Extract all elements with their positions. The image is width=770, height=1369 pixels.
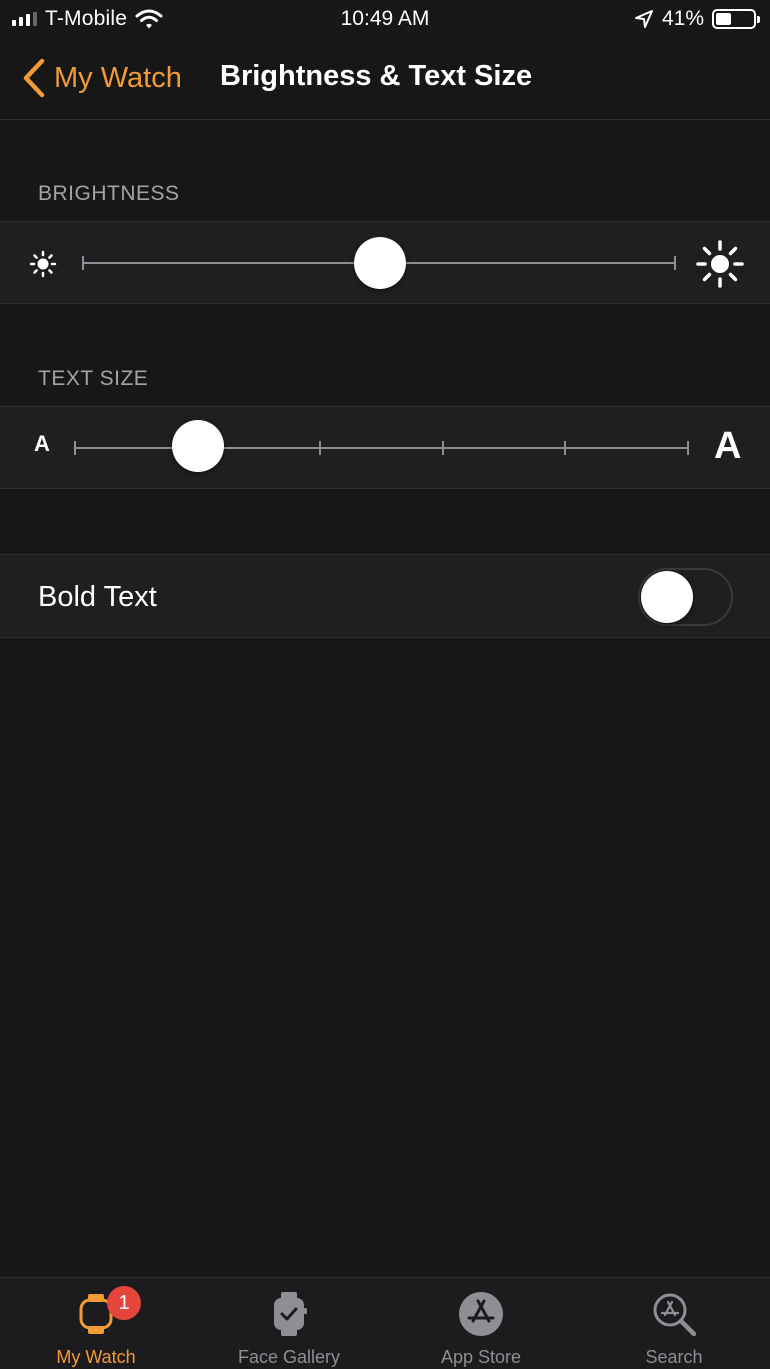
tab-face-gallery-label: Face Gallery <box>237 1347 341 1367</box>
brightness-high-icon <box>696 240 744 288</box>
face-gallery-icon <box>274 1292 307 1336</box>
tab-app-store[interactable]: App Store <box>385 1278 577 1369</box>
status-bar: T-Mobile 10:49 AM 41% <box>0 0 770 40</box>
text-size-tick <box>319 441 322 455</box>
bold-text-label: Bold Text <box>38 581 157 613</box>
text-size-small-label: A <box>34 431 50 456</box>
bold-text-toggle[interactable] <box>638 568 733 626</box>
tab-search-label: Search <box>645 1347 703 1367</box>
brightness-track-end <box>674 256 676 270</box>
back-button[interactable]: My Watch <box>22 58 182 98</box>
battery-percent: 41% <box>661 7 704 30</box>
battery-icon <box>712 9 760 29</box>
tab-app-store-label: App Store <box>440 1347 522 1367</box>
tab-face-gallery[interactable]: Face Gallery <box>193 1278 385 1369</box>
notification-badge: 1 <box>107 1286 141 1320</box>
brightness-row <box>0 221 770 304</box>
tab-search[interactable]: Search <box>578 1278 770 1369</box>
brightness-low-icon <box>29 250 57 278</box>
page-title: Brightness & Text Size <box>220 60 533 92</box>
tab-my-watch-label: My Watch <box>56 1347 136 1367</box>
tab-bar: 1 My Watch Face Gallery App Store Search <box>0 1277 770 1369</box>
text-size-large-label: A <box>714 425 742 467</box>
bold-text-toggle-knob <box>641 571 693 623</box>
brightness-slider-thumb[interactable] <box>353 237 406 289</box>
text-size-tick <box>74 441 76 455</box>
bold-text-row: Bold Text <box>0 554 770 638</box>
navigation-bar: My Watch Brightness & Text Size <box>0 40 770 120</box>
text-size-tick <box>564 441 567 455</box>
status-right: 41% <box>634 7 760 31</box>
chevron-left-icon <box>23 58 45 98</box>
text-size-track <box>75 447 688 449</box>
location-arrow-icon <box>634 10 653 28</box>
tab-my-watch[interactable]: 1 My Watch <box>0 1278 192 1369</box>
back-button-label: My Watch <box>54 61 182 94</box>
brightness-section-header: BRIGHTNESS <box>38 182 180 205</box>
text-size-section-header: TEXT SIZE <box>38 367 149 390</box>
search-icon <box>653 1293 697 1337</box>
brightness-track-start <box>82 256 84 270</box>
text-size-tick <box>441 441 444 455</box>
text-size-slider-thumb[interactable] <box>171 420 224 472</box>
text-size-tick <box>687 441 689 455</box>
text-size-row: A A <box>0 406 770 489</box>
app-store-icon <box>459 1292 503 1336</box>
